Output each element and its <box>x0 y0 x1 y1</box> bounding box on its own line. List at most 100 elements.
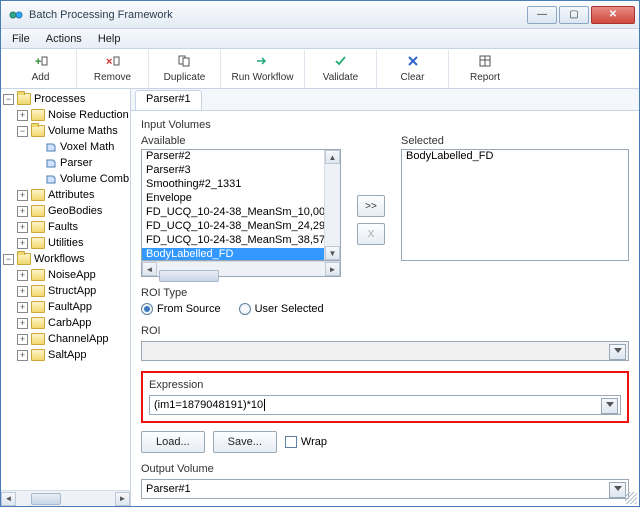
folder-icon <box>17 253 31 265</box>
list-item[interactable]: FD_UCQ_10-24-38_MeanSm_38,57_Magnitude <box>142 234 324 248</box>
list-item[interactable]: Smoothing#2_1331 <box>142 178 324 192</box>
tree-noiseapp[interactable]: +NoiseApp <box>3 267 130 283</box>
scroll-right-icon[interactable]: ► <box>115 492 130 506</box>
list-item[interactable]: BodyLabelled_FD <box>402 150 628 164</box>
list-hscrollbar[interactable]: ◄ ► <box>141 261 341 277</box>
folder-icon <box>31 349 45 361</box>
folder-icon <box>31 237 45 249</box>
clear-button[interactable]: Clear <box>377 50 449 88</box>
tree-faultapp[interactable]: +FaultApp <box>3 299 130 315</box>
remove-icon: × <box>105 54 121 71</box>
run-workflow-button[interactable]: Run Workflow <box>221 50 305 88</box>
toolbar: + Add × Remove Duplicate Run Workflow Va… <box>1 49 639 89</box>
input-volumes-label: Input Volumes <box>141 119 629 131</box>
run-icon <box>255 54 271 71</box>
list-item[interactable]: Parser#3 <box>142 164 324 178</box>
app-icon <box>9 8 23 22</box>
tree-voxel-math[interactable]: ·Voxel Math <box>3 139 130 155</box>
available-listbox[interactable]: Parser#2 Parser#3 Smoothing#2_1331 Envel… <box>141 149 341 277</box>
list-item[interactable]: Envelope <box>142 192 324 206</box>
text-caret <box>264 399 265 411</box>
folder-icon <box>31 221 45 233</box>
folder-icon <box>31 301 45 313</box>
output-volume-dropdown[interactable]: Parser#1 <box>141 479 629 499</box>
maximize-button[interactable]: ▢ <box>559 6 589 24</box>
scroll-left-icon[interactable]: ◄ <box>142 262 157 276</box>
tree-structapp[interactable]: +StructApp <box>3 283 130 299</box>
resize-grip[interactable] <box>625 492 637 504</box>
validate-button[interactable]: Validate <box>305 50 377 88</box>
menu-help[interactable]: Help <box>91 31 128 47</box>
tree-geobodies[interactable]: +GeoBodies <box>3 203 130 219</box>
wrap-checkbox[interactable]: Wrap <box>285 436 327 448</box>
process-tree[interactable]: −Processes +Noise Reduction −Volume Math… <box>1 89 130 490</box>
scroll-thumb[interactable] <box>159 270 219 282</box>
leaf-icon <box>45 157 57 169</box>
scroll-down-icon[interactable]: ▼ <box>325 246 340 260</box>
roi-from-source-radio[interactable]: From Source <box>141 303 221 315</box>
report-button[interactable]: Report <box>449 50 521 88</box>
minimize-button[interactable]: — <box>527 6 557 24</box>
folder-icon <box>31 125 45 137</box>
validate-icon <box>333 54 349 71</box>
tabstrip: Parser#1 <box>131 89 639 111</box>
selected-label: Selected <box>401 135 629 147</box>
selected-listbox[interactable]: BodyLabelled_FD <box>401 149 629 261</box>
roi-dropdown[interactable] <box>141 341 629 361</box>
tree-processes[interactable]: −Processes <box>3 91 130 107</box>
folder-icon <box>31 285 45 297</box>
window-title: Batch Processing Framework <box>29 9 173 21</box>
tree-noise-reduction[interactable]: +Noise Reduction <box>3 107 130 123</box>
list-item[interactable]: FD_UCQ_10-24-38_MeanSm_10,00_Magnitude <box>142 206 324 220</box>
tab-parser1[interactable]: Parser#1 <box>135 90 202 110</box>
move-right-button[interactable]: >> <box>357 195 385 217</box>
load-button[interactable]: Load... <box>141 431 205 453</box>
report-icon <box>477 54 493 71</box>
move-left-button[interactable]: X <box>357 223 385 245</box>
roi-user-selected-radio[interactable]: User Selected <box>239 303 324 315</box>
tree-workflows[interactable]: −Workflows <box>3 251 130 267</box>
list-vscrollbar[interactable]: ▲ ▼ <box>324 150 340 260</box>
duplicate-button[interactable]: Duplicate <box>149 50 221 88</box>
output-volume-label: Output Volume <box>141 463 629 475</box>
tree-volume-maths[interactable]: −Volume Maths <box>3 123 130 139</box>
scroll-left-icon[interactable]: ◄ <box>1 492 16 506</box>
tree-volume-comb[interactable]: ·Volume Comb <box>3 171 130 187</box>
add-button[interactable]: + Add <box>5 50 77 88</box>
tree-saltapp[interactable]: +SaltApp <box>3 347 130 363</box>
folder-icon <box>31 189 45 201</box>
menu-actions[interactable]: Actions <box>39 31 89 47</box>
scroll-thumb[interactable] <box>31 493 61 505</box>
tree-channelapp[interactable]: +ChannelApp <box>3 331 130 347</box>
roi-type-label: ROI Type <box>141 287 629 299</box>
tree-parser[interactable]: ·Parser <box>3 155 130 171</box>
folder-icon <box>31 317 45 329</box>
list-item[interactable]: BodyLabelled_FD <box>142 248 324 260</box>
duplicate-icon <box>177 54 193 71</box>
svg-text:+: + <box>35 56 41 68</box>
main-panel: Parser#1 Input Volumes Available Parser#… <box>131 89 639 506</box>
expression-input[interactable]: (im1=1879048191)*10 <box>149 395 621 415</box>
menu-file[interactable]: File <box>5 31 37 47</box>
tree-carbapp[interactable]: +CarbApp <box>3 315 130 331</box>
menubar: File Actions Help <box>1 29 639 49</box>
available-label: Available <box>141 135 341 147</box>
folder-icon <box>17 93 31 105</box>
folder-icon <box>31 205 45 217</box>
titlebar: Batch Processing Framework — ▢ ✕ <box>1 1 639 29</box>
expression-highlight: Expression (im1=1879048191)*10 <box>141 371 629 423</box>
scroll-right-icon[interactable]: ► <box>325 262 340 276</box>
clear-icon <box>405 54 421 71</box>
tree-attributes[interactable]: +Attributes <box>3 187 130 203</box>
tree-faults[interactable]: +Faults <box>3 219 130 235</box>
scroll-up-icon[interactable]: ▲ <box>325 150 340 164</box>
close-button[interactable]: ✕ <box>591 6 635 24</box>
remove-button[interactable]: × Remove <box>77 50 149 88</box>
tree-utilities[interactable]: +Utilities <box>3 235 130 251</box>
list-item[interactable]: Parser#2 <box>142 150 324 164</box>
plus-icon: + <box>33 54 49 71</box>
save-button[interactable]: Save... <box>213 431 277 453</box>
sidebar: −Processes +Noise Reduction −Volume Math… <box>1 89 131 506</box>
sidebar-hscrollbar[interactable]: ◄ ► <box>1 490 130 506</box>
list-item[interactable]: FD_UCQ_10-24-38_MeanSm_24,29_Magnitude <box>142 220 324 234</box>
